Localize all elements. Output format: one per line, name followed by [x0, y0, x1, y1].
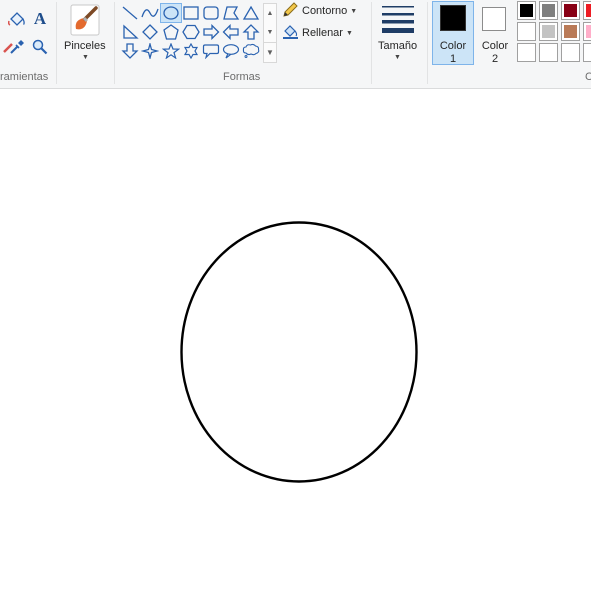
palette-swatch-color: [542, 25, 555, 38]
palette-swatch[interactable]: [561, 22, 580, 41]
size-label: Tamaño: [378, 40, 418, 52]
brushes-button[interactable]: Pinceles ▼: [58, 1, 112, 67]
shape-rectangle[interactable]: [181, 4, 201, 22]
size-button[interactable]: Tamaño ▼: [374, 1, 422, 67]
palette-swatch-color: [542, 4, 555, 17]
color1-button[interactable]: Color 1: [432, 1, 474, 65]
gallery-expand-button[interactable]: ▼: [264, 42, 276, 62]
shape-polygon[interactable]: [221, 4, 241, 22]
line-size-icon: [382, 4, 414, 37]
shape-right-triangle[interactable]: [120, 23, 140, 41]
drawn-oval-shape: [180, 221, 418, 483]
shape-curve[interactable]: [140, 4, 160, 22]
palette-swatch-color: [520, 25, 533, 38]
separator: [114, 2, 115, 84]
shape-oval-callout[interactable]: [221, 42, 241, 60]
brushes-label: Pinceles: [64, 40, 106, 52]
fill-dropdown-arrow: ▼: [345, 29, 353, 37]
palette-swatch-color: [564, 4, 577, 17]
shape-cloud-callout[interactable]: [241, 42, 261, 60]
palette-swatch[interactable]: [517, 43, 536, 62]
size-dropdown-arrow: ▼: [394, 54, 401, 61]
shape-five-point-star[interactable]: [161, 42, 181, 60]
fill-label: Rellenar: [302, 27, 343, 39]
gallery-scroll-down-button[interactable]: ▼: [264, 23, 276, 42]
shape-rounded-rectangle[interactable]: [201, 4, 221, 22]
shape-right-arrow[interactable]: [201, 23, 221, 41]
palette-swatch[interactable]: [583, 43, 591, 62]
ribbon: A ramientas Pinceles ▼ ▲ ▼ ▼ Formas Cont…: [0, 0, 591, 89]
shape-line[interactable]: [120, 4, 140, 22]
shape-down-arrow[interactable]: [120, 42, 140, 60]
shape-pentagon[interactable]: [161, 23, 181, 41]
palette-swatch[interactable]: [539, 22, 558, 41]
shape-triangle[interactable]: [241, 4, 261, 22]
colors-group-label: C: [585, 71, 591, 83]
shapes-gallery-scrollbar: ▲ ▼ ▼: [263, 3, 277, 63]
gallery-scroll-up-button[interactable]: ▲: [264, 4, 276, 23]
shape-rounded-callout[interactable]: [201, 42, 221, 60]
shapes-group-label: Formas: [223, 71, 261, 83]
color2-label-line2: 2: [491, 53, 499, 65]
palette-swatch[interactable]: [561, 1, 580, 20]
shape-oval[interactable]: [160, 3, 182, 23]
shape-diamond[interactable]: [140, 23, 160, 41]
shape-up-arrow[interactable]: [241, 23, 261, 41]
expand-icon: ▼: [266, 48, 274, 57]
shape-six-point-star[interactable]: [181, 42, 201, 60]
palette-swatch[interactable]: [561, 43, 580, 62]
separator: [371, 2, 372, 84]
outline-dropdown-arrow: ▼: [350, 7, 358, 15]
shape-four-point-star[interactable]: [140, 42, 160, 60]
brush-icon: [68, 2, 102, 41]
magnifier-icon[interactable]: [29, 36, 51, 58]
palette-swatch[interactable]: [583, 22, 591, 41]
brushes-dropdown-arrow: ▼: [82, 54, 89, 61]
palette-swatch[interactable]: [517, 22, 536, 41]
palette-swatch[interactable]: [583, 1, 591, 20]
shape-left-arrow[interactable]: [221, 23, 241, 41]
separator: [56, 2, 57, 84]
palette-swatch-color: [586, 25, 591, 38]
fill-bucket-icon: [282, 23, 299, 43]
palette-swatch[interactable]: [539, 1, 558, 20]
drawing-canvas[interactable]: [0, 93, 591, 608]
color1-label-line2: 1: [449, 53, 457, 65]
palette-swatch-color: [586, 4, 591, 17]
color2-swatch: [482, 7, 506, 31]
shapes-gallery: [120, 2, 262, 62]
separator: [427, 2, 428, 84]
shape-hexagon[interactable]: [181, 23, 201, 41]
palette-swatch[interactable]: [517, 1, 536, 20]
palette-swatch-color: [520, 4, 533, 17]
outline-pencil-icon: [282, 1, 299, 21]
text-icon[interactable]: A: [29, 8, 51, 30]
color-picker-icon[interactable]: [6, 36, 28, 58]
palette-swatch-color: [564, 25, 577, 38]
tools-group-label: ramientas: [0, 71, 49, 83]
outline-button[interactable]: Contorno ▼: [282, 1, 357, 21]
paint-bucket-icon[interactable]: [6, 8, 28, 30]
outline-label: Contorno: [302, 5, 348, 17]
color2-label-line1: Color: [481, 40, 509, 52]
color1-swatch: [440, 5, 466, 31]
palette-swatch[interactable]: [539, 43, 558, 62]
color2-button[interactable]: Color 2: [474, 1, 516, 65]
fill-button[interactable]: Rellenar ▼: [282, 23, 353, 43]
color1-label-line1: Color: [439, 40, 467, 52]
text-icon-glyph: A: [33, 9, 47, 28]
